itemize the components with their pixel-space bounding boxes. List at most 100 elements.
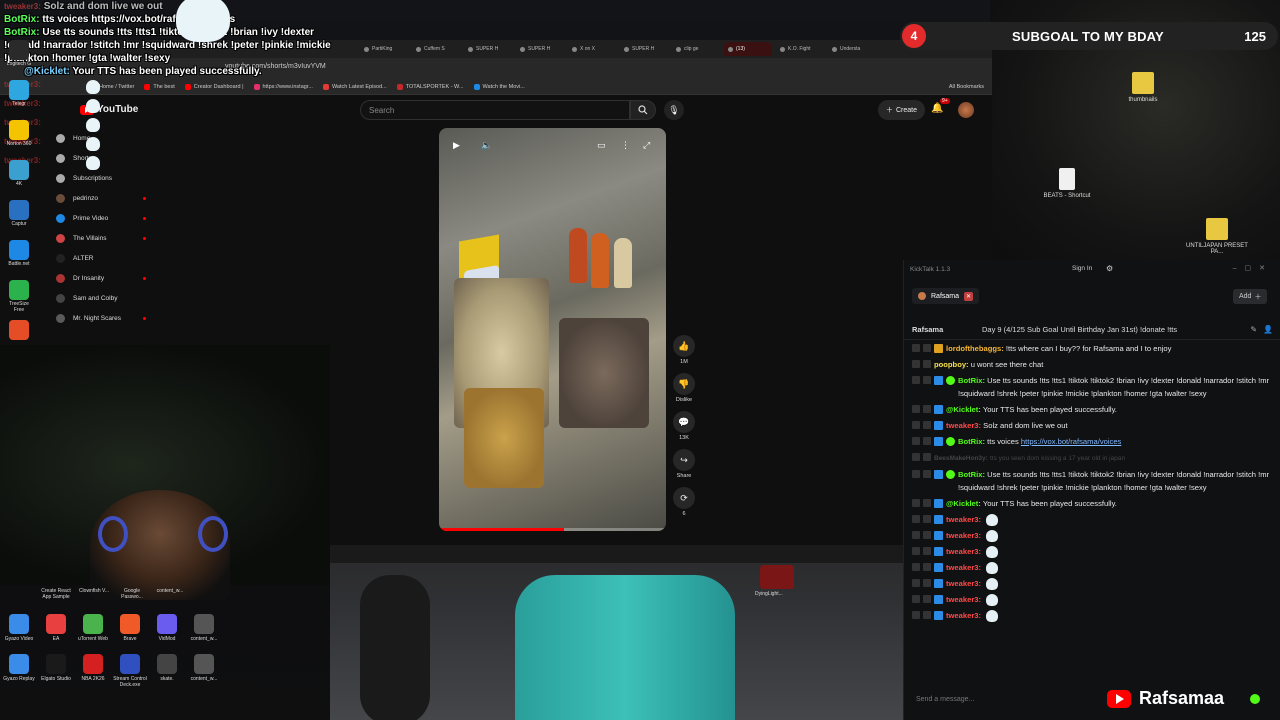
chat-username[interactable]: @Kicklet: — [946, 405, 981, 414]
chat-username[interactable]: BeesMakeHon3y: — [934, 455, 988, 462]
desktop-shortcut[interactable]: content_w... — [151, 588, 189, 594]
shorts-action[interactable]: 👍 1M — [672, 335, 696, 365]
browser-tab[interactable]: Understa — [828, 42, 876, 56]
desktop-shortcut[interactable]: EA — [37, 614, 75, 642]
browser-tab[interactable]: (13) — [724, 42, 772, 56]
chat-username[interactable]: tweaker3: — [946, 563, 981, 572]
sidebar-item[interactable]: pedrinzo — [50, 188, 150, 208]
all-bookmarks-button[interactable]: All Bookmarks — [949, 84, 984, 90]
comment-icon[interactable]: 💬 — [673, 411, 695, 433]
live-indicator — [143, 196, 146, 200]
desktop-shortcut[interactable]: Norton 360 — [4, 120, 34, 147]
chat-username[interactable]: poopboy: — [934, 360, 969, 369]
avatar[interactable] — [958, 102, 974, 118]
desktop-shortcut[interactable]: skate. — [148, 654, 186, 682]
chat-username[interactable]: tweaker3: — [946, 531, 981, 540]
desktop-shortcut[interactable]: Gyazo Video — [0, 614, 38, 642]
browser-tab[interactable]: SUPER H — [620, 42, 668, 56]
desktop-shortcut[interactable]: Create React App Sample — [37, 588, 75, 600]
file-icon — [1059, 168, 1075, 190]
gear-icon[interactable]: ⚙ — [1106, 264, 1113, 273]
search-input[interactable]: Search — [360, 100, 630, 120]
play-icon[interactable]: ▶ — [453, 140, 460, 151]
search-button[interactable] — [630, 100, 656, 120]
tab-rafsama[interactable]: Rafsama ✕ — [912, 288, 980, 304]
add-channel-button[interactable]: Add ＋ — [1233, 289, 1268, 304]
desktop-shortcut[interactable]: TreeSize Free — [4, 280, 34, 313]
desktop-icon-untiljapan[interactable]: UNTILJAPAN PRESET PA... — [1182, 218, 1252, 255]
desktop-shortcut[interactable]: Telegr — [4, 80, 34, 107]
chat-username[interactable]: tweaker3: — [946, 611, 981, 620]
shorts-action[interactable]: 💬 13K — [672, 411, 696, 441]
share-icon[interactable]: ↪ — [673, 449, 695, 471]
desktop-icon-beats[interactable]: BEATS - Shortcut — [1032, 168, 1102, 199]
chat-text: tts you seen dom kissing a 17 year old i… — [989, 455, 1126, 462]
window-controls[interactable]: –▢✕ — [1233, 264, 1273, 272]
chat-input[interactable]: Send a message... — [910, 692, 1110, 708]
fullscreen-icon[interactable]: ⤢ — [643, 140, 650, 151]
desktop-shortcut[interactable]: Google Passwo... — [113, 588, 151, 600]
chat-username[interactable]: tweaker3: — [946, 595, 981, 604]
desktop-shortcut[interactable]: Gyazo Replay — [0, 654, 38, 682]
sidebar-item[interactable]: Prime Video — [50, 208, 150, 228]
chat-username[interactable]: BotRix: — [958, 437, 985, 446]
desktop-icon-thumbnails[interactable]: thumbnails — [1108, 72, 1178, 103]
browser-tab[interactable]: K.O. Fight — [776, 42, 824, 56]
chat-username[interactable]: tweaker3: — [946, 547, 981, 556]
desktop-shortcut[interactable]: Battle.net — [4, 240, 34, 267]
bookmark-item[interactable]: Watch the Movi... — [473, 84, 525, 90]
chat-username[interactable]: BotRix: — [958, 376, 985, 385]
desktop-shortcut[interactable]: Logitech G — [4, 40, 34, 67]
notifications-icon[interactable]: 🔔 — [931, 103, 943, 114]
desktop-shortcut[interactable] — [4, 320, 34, 341]
chat-link[interactable]: https://vox.bot/rafsama/voices — [1021, 437, 1121, 446]
shorts-video-player[interactable]: ▶ 🔈 ▭ ⋮ ⤢ — [439, 128, 666, 531]
browser-tab[interactable]: SUPER H — [516, 42, 564, 56]
desktop-shortcut[interactable]: Captur — [4, 200, 34, 227]
browser-tab[interactable]: X on X — [568, 42, 616, 56]
close-icon[interactable]: ✕ — [964, 291, 974, 301]
sidebar-item[interactable]: ALTER — [50, 248, 150, 268]
shorts-action[interactable]: ↪ Share — [672, 449, 696, 479]
remix-icon[interactable]: ⟳ — [673, 487, 695, 509]
user-icon[interactable]: 👤 — [1263, 325, 1273, 334]
shorts-action[interactable]: ⟳ 6 — [672, 487, 696, 517]
captions-icon[interactable]: ▭ — [597, 140, 606, 151]
create-button[interactable]: ＋ Create — [878, 100, 926, 120]
browser-tab[interactable]: SUPER H — [464, 42, 512, 56]
chat-username[interactable]: BotRix: — [958, 470, 985, 479]
chat-username[interactable]: lordofthebaggs: — [946, 344, 1004, 353]
overlay-ghost-line: tweaker3: — [4, 78, 344, 97]
sidebar-item[interactable]: The Villains — [50, 228, 150, 248]
desktop-shortcut[interactable]: uTorrent Web — [74, 614, 112, 642]
chat-username[interactable]: tweaker3: — [946, 515, 981, 524]
sidebar-item[interactable]: Dr Insanity — [50, 268, 150, 288]
sign-in-button[interactable]: Sign In — [1072, 265, 1092, 272]
more-icon[interactable]: ⋮ — [621, 140, 630, 151]
desktop-shortcut[interactable]: Elgato Studio — [37, 654, 75, 682]
shorts-action[interactable]: 👎 Dislike — [672, 373, 696, 403]
desktop-shortcut[interactable]: content_w... — [185, 614, 223, 642]
dislike-icon[interactable]: 👎 — [673, 373, 695, 395]
browser-tab[interactable]: Cuffem S — [412, 42, 460, 56]
chat-username[interactable]: tweaker3: — [946, 579, 981, 588]
desktop-shortcut[interactable]: Clownfish V... — [75, 588, 113, 594]
sidebar-item[interactable]: Mr. Night Scares — [50, 308, 150, 328]
bookmark-item[interactable]: TOTALSPORTEK - W... — [396, 84, 464, 90]
desktop-shortcut[interactable]: Stream Control Deck.exe — [111, 654, 149, 688]
volume-icon[interactable]: 🔈 — [481, 140, 492, 151]
pencil-icon[interactable]: ✎ — [1250, 325, 1257, 334]
like-icon[interactable]: 👍 — [673, 335, 695, 357]
game-tile-icon[interactable] — [760, 565, 794, 589]
voice-search-button[interactable]: 🎙 — [664, 100, 684, 120]
sidebar-item[interactable]: Sam and Colby — [50, 288, 150, 308]
browser-tab[interactable]: clip ge — [672, 42, 720, 56]
desktop-shortcut[interactable]: content_w... — [185, 654, 223, 682]
chat-username[interactable]: @Kicklet: — [946, 499, 981, 508]
chat-username[interactable]: tweaker3: — [946, 421, 981, 430]
desktop-shortcut[interactable]: 4K — [4, 160, 34, 187]
desktop-shortcut[interactable]: NBA 2K26 — [74, 654, 112, 682]
browser-tab[interactable]: PartiKing — [360, 42, 408, 56]
desktop-shortcut[interactable]: VidMod — [148, 614, 186, 642]
desktop-shortcut[interactable]: Brave — [111, 614, 149, 642]
